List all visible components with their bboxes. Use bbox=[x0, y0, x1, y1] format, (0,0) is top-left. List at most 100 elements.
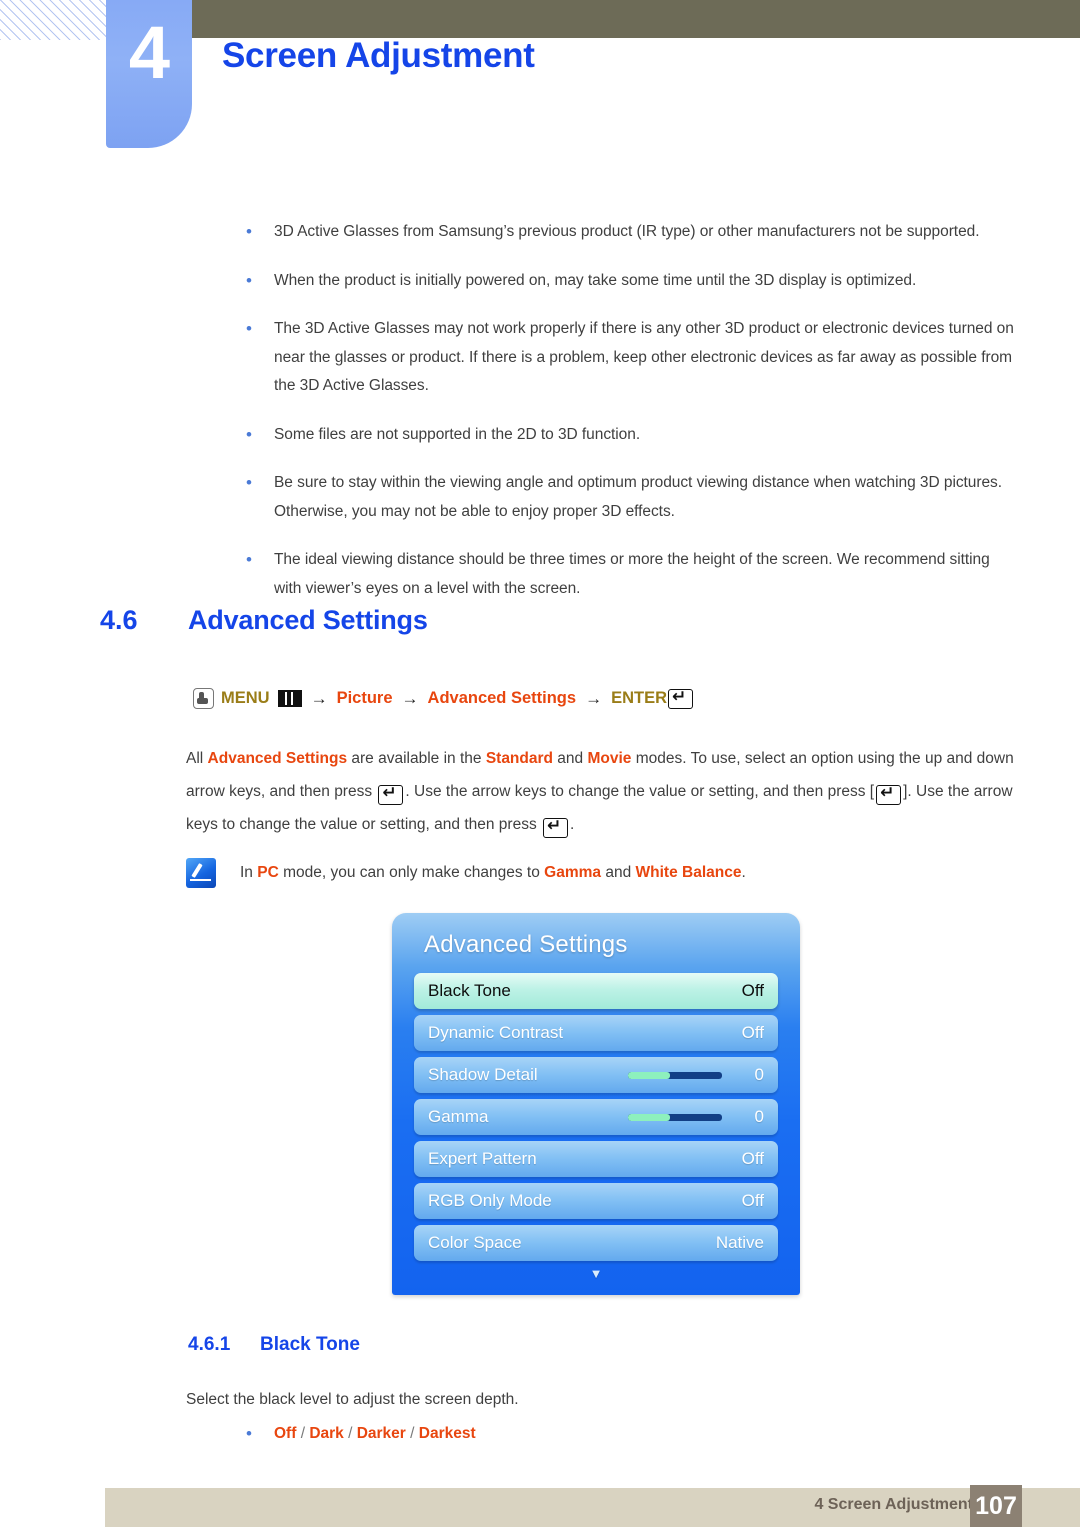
bullet-text: The ideal viewing distance should be thr… bbox=[274, 551, 990, 597]
osd-menu-list: Black Tone Off Dynamic Contrast Off Shad… bbox=[392, 973, 800, 1261]
note-emphasis: Gamma bbox=[544, 864, 602, 881]
pencil-note-icon bbox=[186, 858, 216, 888]
enter-key-icon bbox=[378, 782, 404, 805]
list-item: • When the product is initially powered … bbox=[186, 267, 1020, 296]
subsection-title: Black Tone bbox=[260, 1334, 360, 1355]
list-item: • Be sure to stay within the viewing ang… bbox=[186, 469, 1020, 526]
osd-item-slider[interactable] bbox=[628, 1071, 722, 1079]
osd-menu-item-expert-pattern[interactable]: Expert Pattern Off bbox=[414, 1141, 778, 1177]
note-text: In PC mode, you can only make changes to… bbox=[240, 858, 746, 888]
osd-item-label: RGB Only Mode bbox=[428, 1191, 552, 1210]
option-value: Off bbox=[274, 1425, 297, 1442]
list-item: • Some files are not supported in the 2D… bbox=[186, 421, 1020, 450]
osd-item-label: Dynamic Contrast bbox=[428, 1023, 564, 1042]
enter-key-icon bbox=[543, 815, 569, 838]
page-number: 107 bbox=[970, 1485, 1022, 1527]
options-list: • Off / Dark / Darker / Darkest bbox=[186, 1422, 476, 1446]
breadcrumb-item-advanced-settings: Advanced Settings bbox=[427, 689, 577, 707]
osd-item-value: Off bbox=[741, 1023, 764, 1042]
menu-bars-icon bbox=[277, 690, 302, 707]
bullet-icon: • bbox=[246, 550, 252, 569]
osd-item-label: Color Space bbox=[428, 1233, 522, 1252]
option-separator: / bbox=[405, 1425, 419, 1442]
para-text: and bbox=[553, 750, 588, 767]
osd-item-value: Off bbox=[741, 981, 764, 1000]
enter-key-icon bbox=[668, 686, 693, 709]
bullet-text: 3D Active Glasses from Samsung’s previou… bbox=[274, 223, 980, 240]
bullet-icon: • bbox=[246, 270, 252, 290]
osd-item-label: Gamma bbox=[428, 1107, 489, 1126]
header-olive-bar bbox=[192, 0, 1080, 38]
option-value: Dark bbox=[309, 1425, 344, 1442]
bullet-icon: • bbox=[246, 319, 252, 338]
breadcrumb-arrow: → bbox=[585, 688, 603, 708]
breadcrumb-item-picture: Picture bbox=[336, 689, 393, 707]
breadcrumb-arrow: → bbox=[310, 688, 328, 708]
para-text: are available in the bbox=[347, 750, 486, 767]
section-heading: 4.6 Advanced Settings bbox=[100, 605, 428, 636]
osd-item-slider[interactable] bbox=[628, 1113, 722, 1121]
list-item: • The ideal viewing distance should be t… bbox=[186, 546, 1020, 603]
chapter-title: Screen Adjustment bbox=[222, 36, 535, 75]
osd-menu-item-color-space[interactable]: Color Space Native bbox=[414, 1225, 778, 1261]
notes-bullet-list: • 3D Active Glasses from Samsung’s previ… bbox=[186, 218, 1020, 623]
osd-item-value: 0 bbox=[754, 1107, 764, 1126]
option-value: Darkest bbox=[418, 1425, 476, 1442]
bullet-text: Be sure to stay within the viewing angle… bbox=[274, 474, 1003, 520]
menu-label: MENU bbox=[221, 689, 270, 707]
note-emphasis: PC bbox=[257, 864, 279, 881]
para-emphasis: Standard bbox=[485, 750, 553, 767]
slider-fill bbox=[628, 1071, 671, 1079]
subsection-description: Select the black level to adjust the scr… bbox=[186, 1391, 519, 1408]
enter-key-icon bbox=[876, 782, 902, 805]
para-emphasis: Movie bbox=[587, 750, 632, 767]
para-text: . bbox=[570, 816, 575, 833]
osd-menu-item-gamma[interactable]: Gamma 0 bbox=[414, 1099, 778, 1135]
osd-menu-item-shadow-detail[interactable]: Shadow Detail 0 bbox=[414, 1057, 778, 1093]
slider-fill bbox=[628, 1113, 671, 1121]
bullet-icon: • bbox=[246, 424, 252, 444]
osd-panel: Advanced Settings Black Tone Off Dynamic… bbox=[392, 913, 800, 1295]
subsection-number: 4.6.1 bbox=[188, 1334, 231, 1355]
chevron-down-icon[interactable]: ▼ bbox=[392, 1267, 800, 1281]
subsection-heading: 4.6.1 Black Tone bbox=[188, 1334, 360, 1356]
option-value: Darker bbox=[356, 1425, 406, 1442]
bullet-icon: • bbox=[246, 222, 252, 241]
enter-label: ENTER bbox=[611, 689, 667, 707]
osd-menu-item-black-tone[interactable]: Black Tone Off bbox=[414, 973, 778, 1009]
chapter-number: 4 bbox=[128, 11, 170, 94]
bullet-text: Some files are not supported in the 2D t… bbox=[274, 425, 641, 443]
note-text-part: . bbox=[741, 864, 746, 881]
note-emphasis: White Balance bbox=[635, 864, 742, 881]
para-text: . Use the arrow keys to change the value… bbox=[405, 783, 875, 800]
para-emphasis: Advanced Settings bbox=[207, 750, 348, 767]
osd-item-label: Expert Pattern bbox=[428, 1149, 537, 1168]
breadcrumb: MENU → Picture → Advanced Settings → ENT… bbox=[193, 686, 693, 709]
osd-item-value: Off bbox=[741, 1191, 764, 1210]
osd-item-value: Native bbox=[715, 1233, 764, 1252]
note-text-part: and bbox=[601, 864, 636, 881]
osd-item-label: Shadow Detail bbox=[428, 1065, 538, 1084]
osd-item-value: 0 bbox=[754, 1065, 764, 1084]
list-item: • 3D Active Glasses from Samsung’s previ… bbox=[186, 218, 1020, 247]
bullet-icon: • bbox=[246, 473, 252, 492]
osd-panel-title: Advanced Settings bbox=[424, 931, 628, 958]
osd-menu-item-rgb-only-mode[interactable]: RGB Only Mode Off bbox=[414, 1183, 778, 1219]
section-number: 4.6 bbox=[100, 605, 138, 635]
note-text-part: In bbox=[240, 864, 258, 881]
option-separator: / bbox=[343, 1425, 357, 1442]
para-text: All bbox=[186, 750, 208, 767]
list-item: • The 3D Active Glasses may not work pro… bbox=[186, 315, 1020, 401]
chapter-tab: 4 bbox=[106, 0, 192, 148]
note-text-part: mode, you can only make changes to bbox=[278, 864, 545, 881]
section-title: Advanced Settings bbox=[188, 605, 428, 635]
footer-chapter-label: 4 Screen Adjustment bbox=[814, 1496, 973, 1513]
bullet-text: The 3D Active Glasses may not work prope… bbox=[274, 320, 1014, 394]
osd-item-label: Black Tone bbox=[428, 981, 511, 1000]
note-callout: In PC mode, you can only make changes to… bbox=[186, 858, 746, 888]
decorative-hatch-pattern bbox=[0, 0, 106, 40]
bullet-text: When the product is initially powered on… bbox=[274, 271, 917, 289]
osd-menu-item-dynamic-contrast[interactable]: Dynamic Contrast Off bbox=[414, 1015, 778, 1051]
body-paragraph: All Advanced Settings are available in t… bbox=[186, 742, 1020, 841]
breadcrumb-arrow: → bbox=[401, 688, 419, 708]
